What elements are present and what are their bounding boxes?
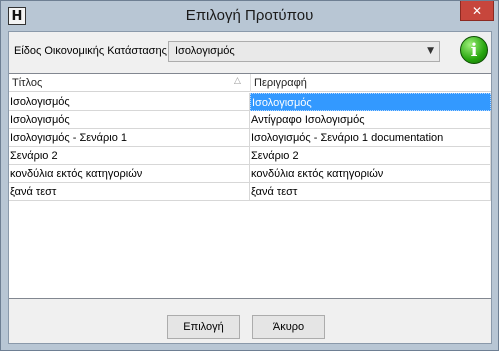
cell-title[interactable]: ξανά τεστ [9,183,250,201]
sort-ascending-icon: △ [234,76,241,86]
cell-description[interactable]: Ισολογισμός [250,93,491,111]
column-header-title[interactable]: Τίτλος [12,77,42,89]
title-bar[interactable]: H Επιλογή Προτύπου ✕ [1,1,498,31]
dialog-window: H Επιλογή Προτύπου ✕ Είδος Οικονομικής Κ… [0,0,499,351]
cell-title[interactable]: κονδύλια εκτός κατηγοριών [9,165,250,183]
cancel-button[interactable]: Άκυρο [252,315,325,339]
info-icon[interactable]: i [460,36,488,64]
cell-description[interactable]: Σενάριο 2 [250,147,491,165]
table-row[interactable]: Σενάριο 2 Σενάριο 2 [9,147,491,165]
chevron-down-icon[interactable]: ▼ [427,46,434,56]
statement-type-dropdown[interactable]: Ισολογισμός ▼ [168,41,440,62]
cell-title[interactable]: Σενάριο 2 [9,147,250,165]
column-divider[interactable] [250,74,251,92]
select-button[interactable]: Επιλογή [167,315,240,339]
window-title: Επιλογή Προτύπου [185,7,314,24]
statement-type-label: Είδος Οικονομικής Κατάστασης [14,45,167,57]
dialog-body: Είδος Οικονομικής Κατάστασης Ισολογισμός… [8,31,492,344]
table-row[interactable]: κονδύλια εκτός κατηγοριών κονδύλια εκτός… [9,165,491,183]
cell-description[interactable]: κονδύλια εκτός κατηγοριών [250,165,491,183]
table-row[interactable]: Ισολογισμός Αντίγραφο Ισολογισμός [9,111,491,129]
table-row[interactable]: ξανά τεστ ξανά τεστ [9,183,491,201]
close-icon[interactable]: ✕ [460,1,494,21]
table-row[interactable]: Ισολογισμός - Σενάριο 1 Ισολογισμός - Σε… [9,129,491,147]
cell-title[interactable]: Ισολογισμός [9,111,250,129]
dropdown-value: Ισολογισμός [175,45,235,57]
grid-header: Τίτλος △ Περιγραφή [9,74,491,92]
cell-description[interactable]: Αντίγραφο Ισολογισμός [250,111,491,129]
table-row[interactable]: Ισολογισμός Ισολογισμός [9,93,491,111]
column-header-description[interactable]: Περιγραφή [254,77,307,89]
cell-title[interactable]: Ισολογισμός [9,93,250,111]
templates-grid: Τίτλος △ Περιγραφή Ισολογισμός Ισολογισμ… [9,73,491,299]
grid-rows: Ισολογισμός Ισολογισμός Ισολογισμός Αντί… [9,93,491,201]
cell-title[interactable]: Ισολογισμός - Σενάριο 1 [9,129,250,147]
cell-description[interactable]: Ισολογισμός - Σενάριο 1 documentation [250,129,491,147]
cell-description[interactable]: ξανά τεστ [250,183,491,201]
